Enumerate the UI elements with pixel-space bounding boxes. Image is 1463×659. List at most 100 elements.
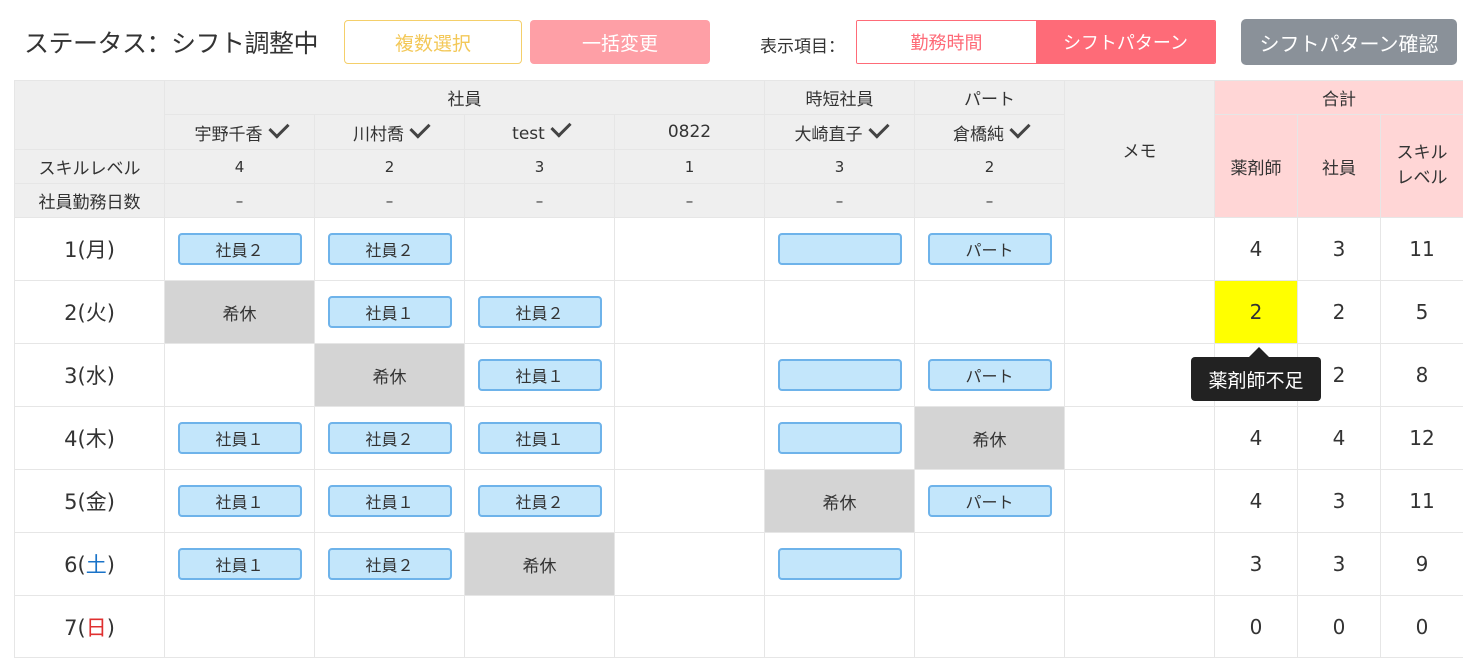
shift-cell-off[interactable]: 希休 <box>314 343 465 407</box>
toggle-work-hours[interactable]: 勤務時間 <box>857 21 1036 63</box>
shift-cell-empty[interactable] <box>914 532 1065 596</box>
shift-cell-empty[interactable] <box>614 532 765 596</box>
day-row: 7(日) 0 0 0 <box>14 595 1463 658</box>
shift-cell[interactable]: パート <box>914 343 1065 407</box>
memo-cell[interactable] <box>1064 217 1215 281</box>
shift-cell-empty[interactable] <box>764 280 915 344</box>
shift-cell-empty[interactable] <box>614 406 765 470</box>
skill-value: 1 <box>614 149 765 184</box>
shift-chip[interactable] <box>777 359 902 391</box>
shift-chip[interactable]: 社員２ <box>327 422 452 454</box>
shift-cell[interactable]: 社員２ <box>164 217 315 281</box>
shift-cell[interactable]: 社員１ <box>464 406 615 470</box>
shift-cell-empty[interactable] <box>764 595 915 658</box>
shift-cell[interactable]: 社員１ <box>464 343 615 407</box>
shift-cell[interactable] <box>764 343 915 407</box>
memo-header: メモ <box>1064 80 1215 218</box>
staff-name[interactable]: 大崎直子 <box>764 114 915 150</box>
shift-cell[interactable]: 社員１ <box>314 469 465 533</box>
shift-chip[interactable]: 社員１ <box>477 422 602 454</box>
staff-name[interactable]: test <box>464 114 615 150</box>
shift-chip[interactable]: パート <box>927 233 1052 265</box>
workdays-value: – <box>914 183 1065 218</box>
shift-chip[interactable]: 社員１ <box>177 548 302 580</box>
shift-cell-empty[interactable] <box>614 343 765 407</box>
total-pharmacist: 4 <box>1214 217 1298 281</box>
memo-cell[interactable] <box>1064 532 1215 596</box>
shift-chip[interactable] <box>777 422 902 454</box>
day-of-week: 金 <box>85 490 107 514</box>
day-number-part: ( <box>77 364 86 388</box>
shift-cell-off[interactable]: 希休 <box>914 406 1065 470</box>
day-number-part: 5 <box>64 490 78 514</box>
shift-cell[interactable]: 社員１ <box>164 406 315 470</box>
shift-chip[interactable]: 社員１ <box>477 359 602 391</box>
shift-cell-empty[interactable] <box>914 280 1065 344</box>
shift-cell-off[interactable]: 希休 <box>464 532 615 596</box>
shift-cell[interactable]: 社員２ <box>464 280 615 344</box>
bulk-change-button[interactable]: 一括変更 <box>530 20 710 64</box>
shift-chip[interactable]: 社員２ <box>477 485 602 517</box>
shift-cell[interactable]: パート <box>914 217 1065 281</box>
skill-value: 3 <box>764 149 915 184</box>
day-number-part: 7 <box>64 615 78 640</box>
shift-cell[interactable]: 社員２ <box>314 532 465 596</box>
shift-cell[interactable]: 社員２ <box>314 406 465 470</box>
memo-cell[interactable] <box>1064 469 1215 533</box>
shift-cell-empty[interactable] <box>614 469 765 533</box>
shift-chip[interactable]: 社員１ <box>327 485 452 517</box>
shift-cell[interactable]: パート <box>914 469 1065 533</box>
memo-cell[interactable] <box>1064 280 1215 344</box>
shift-chip[interactable]: 社員２ <box>327 233 452 265</box>
shift-chip[interactable] <box>777 548 902 580</box>
shift-cell[interactable]: 社員１ <box>164 469 315 533</box>
day-label: 3(水) <box>14 343 165 407</box>
shift-cell[interactable]: 社員１ <box>314 280 465 344</box>
shift-cell-empty[interactable] <box>614 217 765 281</box>
shift-cell-empty[interactable] <box>614 595 765 658</box>
shift-chip[interactable] <box>777 233 902 265</box>
day-number-part: 2 <box>64 301 78 325</box>
shift-chip[interactable]: 社員２ <box>177 233 302 265</box>
staff-name[interactable]: 0822 <box>614 114 765 150</box>
workdays-value: – <box>164 183 315 218</box>
shift-cell-empty[interactable] <box>164 595 315 658</box>
memo-cell[interactable] <box>1064 595 1215 658</box>
shift-cell-off[interactable]: 希休 <box>164 280 315 344</box>
shift-pattern-confirm-button[interactable]: シフトパターン確認 <box>1241 19 1457 65</box>
shift-cell[interactable] <box>764 217 915 281</box>
skill-value: 4 <box>164 149 315 184</box>
corner-cell <box>14 80 165 150</box>
shift-cell-off[interactable]: 希休 <box>764 469 915 533</box>
shift-cell[interactable] <box>764 406 915 470</box>
day-of-week: 日 <box>85 615 107 640</box>
toggle-shift-pattern[interactable]: シフトパターン <box>1036 21 1215 63</box>
staff-name[interactable]: 宇野千香 <box>164 114 315 150</box>
memo-cell[interactable] <box>1064 406 1215 470</box>
shift-cell-empty[interactable] <box>914 595 1065 658</box>
shift-cell[interactable] <box>764 532 915 596</box>
shift-cell[interactable]: 社員２ <box>314 217 465 281</box>
group-employee: 社員 <box>164 80 765 115</box>
shift-cell[interactable]: 社員２ <box>464 469 615 533</box>
shift-chip[interactable]: 社員１ <box>327 296 452 328</box>
shift-cell-empty[interactable] <box>164 343 315 407</box>
shift-cell-empty[interactable] <box>464 595 615 658</box>
shift-chip[interactable]: 社員２ <box>477 296 602 328</box>
shift-chip[interactable]: 社員１ <box>177 485 302 517</box>
shift-cell[interactable]: 社員１ <box>164 532 315 596</box>
shift-cell-empty[interactable] <box>614 280 765 344</box>
total-pharmacist: 2 <box>1214 280 1298 344</box>
shift-chip[interactable]: パート <box>927 485 1052 517</box>
shift-chip[interactable]: 社員２ <box>327 548 452 580</box>
day-row: 4(木) 社員１ 社員２ 社員１ 希休 4 4 12 <box>14 406 1463 470</box>
shift-chip[interactable]: パート <box>927 359 1052 391</box>
check-icon <box>267 116 290 139</box>
shift-cell-empty[interactable] <box>314 595 465 658</box>
staff-name[interactable]: 川村喬 <box>314 114 465 150</box>
shift-chip[interactable]: 社員１ <box>177 422 302 454</box>
staff-name[interactable]: 倉橋純 <box>914 114 1065 150</box>
multi-select-button[interactable]: 複数選択 <box>344 20 522 64</box>
day-number-part: 4 <box>64 427 78 451</box>
shift-cell-empty[interactable] <box>464 217 615 281</box>
